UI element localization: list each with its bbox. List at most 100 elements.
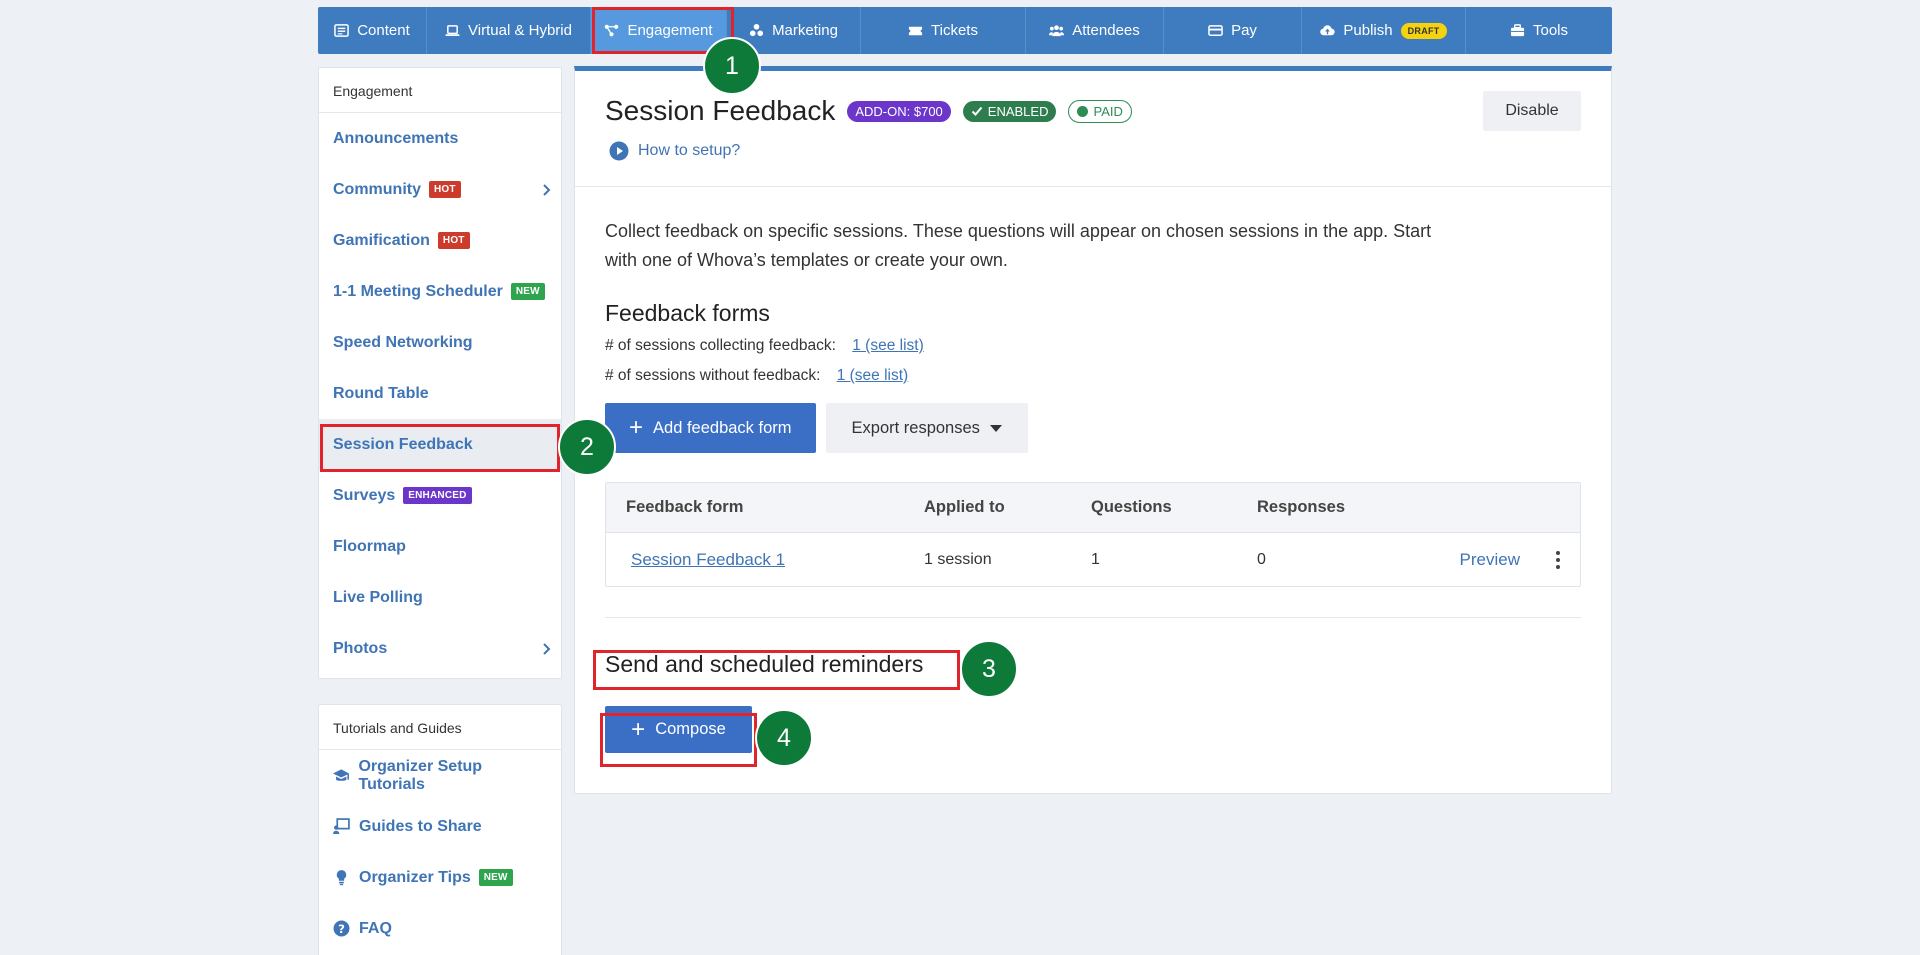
nav-tools-label: Tools — [1532, 22, 1569, 39]
new-badge: NEW — [510, 283, 545, 300]
column-header: Responses — [1257, 498, 1346, 516]
nav-marketing-label: Marketing — [772, 22, 838, 39]
nav-tickets[interactable]: Tickets — [861, 7, 1026, 54]
sidebar-item-label: Surveys — [333, 486, 396, 504]
applied-to-cell: 1 session — [924, 550, 992, 568]
chevron-right-icon — [543, 183, 551, 196]
sidebar-tutorials: Tutorials and Guides Organizer Setup Tut… — [318, 704, 562, 955]
sidebar-item-label: Guides to Share — [359, 817, 482, 835]
table-header: Feedback form Applied to Questions Respo… — [606, 483, 1580, 533]
feedback-form-link[interactable]: Session Feedback 1 — [631, 550, 785, 569]
session-feedback-panel: Session Feedback ADD-ON: $700 ENABLED PA… — [574, 66, 1612, 794]
add-feedback-form-button[interactable]: + Add feedback form — [605, 403, 816, 453]
engagement-icon — [605, 24, 619, 37]
sidebar-item-label: Organizer Setup Tutorials — [358, 757, 483, 793]
responses-cell: 0 — [1257, 550, 1266, 568]
hot-badge: HOT — [429, 181, 461, 198]
sidebar-item-meeting-scheduler[interactable]: 1-1 Meeting Scheduler NEW — [319, 266, 561, 317]
ticket-icon — [908, 26, 923, 36]
how-to-setup-label: How to setup? — [638, 142, 741, 159]
nav-publish-label: Publish — [1343, 22, 1393, 39]
marketing-icon — [750, 23, 764, 37]
sidebar-item-label: Community — [333, 180, 421, 198]
export-responses-button[interactable]: Export responses — [825, 403, 1028, 453]
column-header: Questions — [1091, 498, 1172, 516]
step-marker-3: 3 — [960, 640, 1018, 698]
see-list-without-link[interactable]: 1 (see list) — [837, 367, 909, 384]
sidebar-item-setup-tutorials[interactable]: Organizer Setup Tutorials — [319, 750, 561, 801]
nav-pay[interactable]: Pay — [1164, 7, 1302, 54]
sidebar-item-announcements[interactable]: Announcements — [319, 113, 561, 164]
sidebar-tutorials-header: Tutorials and Guides — [319, 705, 561, 750]
feature-description: Collect feedback on specific sessions. T… — [605, 221, 1432, 270]
presentation-icon — [333, 818, 350, 834]
lightbulb-icon — [336, 870, 347, 886]
section-divider — [605, 617, 1581, 618]
table-row: Session Feedback 1 1 session 1 0 Preview — [606, 533, 1580, 586]
new-badge: NEW — [478, 869, 513, 886]
sidebar-item-speed-networking[interactable]: Speed Networking — [319, 317, 561, 368]
plus-icon: + — [629, 414, 644, 441]
add-feedback-form-label: Add feedback form — [653, 418, 792, 437]
nav-tools[interactable]: Tools — [1466, 7, 1612, 54]
enabled-badge: ENABLED — [962, 100, 1057, 122]
hot-badge: HOT — [437, 232, 470, 249]
chevron-right-icon — [543, 642, 551, 655]
sidebar-item-surveys[interactable]: Surveys ENHANCED — [319, 470, 561, 521]
feedback-forms-table: Feedback form Applied to Questions Respo… — [605, 482, 1581, 587]
laptop-icon — [445, 25, 460, 36]
enabled-label: ENABLED — [987, 103, 1049, 119]
nav-attendees-label: Attendees — [1072, 22, 1140, 39]
page-title: Session Feedback — [605, 95, 836, 126]
sidebar-item-label: Gamification — [333, 231, 430, 249]
sidebar-item-round-table[interactable]: Round Table — [319, 368, 561, 419]
play-circle-icon — [609, 141, 629, 161]
nav-tickets-label: Tickets — [931, 22, 978, 39]
compose-button[interactable]: + Compose — [605, 706, 752, 753]
sidebar-item-guides-to-share[interactable]: Guides to Share — [319, 801, 561, 852]
column-header: Feedback form — [626, 498, 744, 516]
draft-badge: DRAFT — [1400, 22, 1447, 39]
sidebar-item-community[interactable]: Community HOT — [319, 164, 561, 215]
sidebar-item-faq[interactable]: ? FAQ — [319, 903, 561, 954]
nav-engagement[interactable]: Engagement — [591, 7, 727, 54]
more-options-icon[interactable] — [1556, 550, 1560, 569]
sidebar-item-label: Photos — [333, 639, 388, 657]
sidebar-item-organizer-tips[interactable]: Organizer Tips NEW — [319, 852, 561, 903]
sidebar-engagement: Engagement Announcements Community HOT G… — [318, 67, 562, 679]
nav-attendees[interactable]: Attendees — [1026, 7, 1164, 54]
preview-link[interactable]: Preview — [1460, 550, 1520, 570]
see-list-collecting-link[interactable]: 1 (see list) — [852, 337, 924, 354]
paid-badge: PAID — [1068, 99, 1132, 123]
feedback-forms-heading: Feedback forms — [605, 300, 770, 326]
sidebar-item-gamification[interactable]: Gamification HOT — [319, 215, 561, 266]
addon-price-badge: ADD-ON: $700 — [847, 100, 951, 122]
stat-collecting-label: # of sessions collecting feedback: — [605, 337, 836, 354]
question-circle-icon: ? — [333, 920, 350, 937]
content-icon — [334, 24, 350, 37]
nav-content[interactable]: Content — [318, 7, 427, 54]
nav-pay-label: Pay — [1231, 22, 1257, 39]
panel-body: Collect feedback on specific sessions. T… — [575, 187, 1611, 753]
svg-text:?: ? — [338, 922, 345, 936]
sidebar-item-floormap[interactable]: Floormap — [319, 521, 561, 572]
nav-publish[interactable]: Publish DRAFT — [1302, 7, 1466, 54]
stat-collecting: # of sessions collecting feedback: 1 (se… — [605, 337, 1581, 355]
sidebar-item-live-polling[interactable]: Live Polling — [319, 572, 561, 623]
how-to-setup-link[interactable]: How to setup? — [609, 141, 1581, 161]
paid-dot-icon — [1077, 105, 1089, 117]
sidebar-item-label: Announcements — [333, 129, 459, 147]
disable-button[interactable]: Disable — [1483, 91, 1581, 131]
cloud-upload-icon — [1320, 25, 1336, 36]
column-header: Applied to — [924, 498, 1005, 516]
sidebar-item-photos[interactable]: Photos — [319, 623, 561, 674]
plus-icon: + — [631, 715, 646, 743]
sidebar-item-label: Live Polling — [333, 588, 423, 606]
sidebar-item-label: FAQ — [359, 919, 392, 937]
sidebar-item-session-feedback[interactable]: Session Feedback — [319, 419, 561, 470]
compose-label: Compose — [655, 720, 726, 738]
nav-virtual-hybrid-label: Virtual & Hybrid — [468, 22, 572, 39]
nav-virtual-hybrid[interactable]: Virtual & Hybrid — [427, 7, 591, 54]
checkmark-icon — [971, 106, 983, 116]
paid-label: PAID — [1093, 103, 1123, 119]
